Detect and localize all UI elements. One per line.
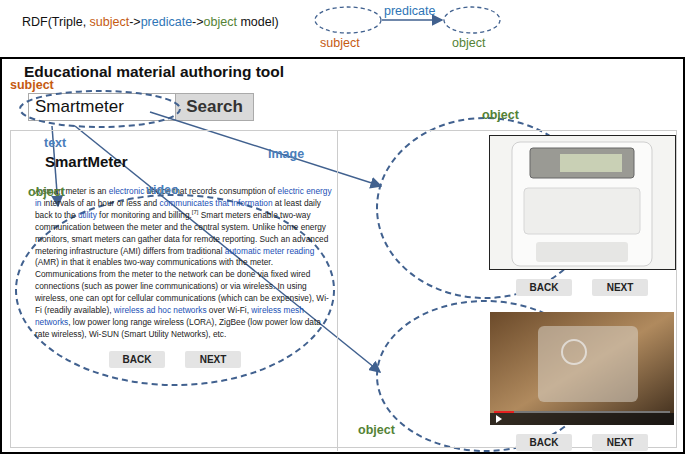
back-button[interactable]: BACK [109, 351, 165, 368]
annotation-label: video [146, 183, 179, 197]
header: RDF(Triple, subject->predicate->object m… [0, 0, 685, 57]
text-run: intervals of an hour or less and [41, 198, 159, 208]
nav-buttons: BACK NEXT [516, 279, 648, 296]
content-area: SmartMeterA smart meter is an electronic… [10, 130, 677, 448]
search-field[interactable]: Smartmeter [28, 93, 176, 121]
legend-subject: subject [320, 36, 360, 50]
media-panel: BACK NEXT BACK NEXT [338, 131, 676, 451]
annotation-label: object [482, 108, 519, 122]
rdf-legend: subject predicate object [312, 0, 512, 55]
caption-part: model) [237, 15, 279, 29]
article-link[interactable]: automatic meter reading [225, 246, 314, 256]
annotation-label: object [358, 423, 395, 437]
legend-object: object [452, 36, 485, 50]
smartmeter-video[interactable] [490, 312, 674, 425]
text-run: , low power long range wireless (LORA), … [35, 317, 321, 339]
article-link[interactable]: wireless ad hoc networks [114, 305, 207, 315]
caption-part: RDF(Triple, [22, 15, 90, 29]
caption-part: subject [90, 15, 130, 29]
next-button[interactable]: NEXT [185, 351, 241, 368]
caption-part: predicate [141, 15, 192, 29]
nav-buttons: BACK NEXT [516, 434, 648, 451]
article-text: A smart meter is an electronic device th… [35, 186, 333, 341]
next-button[interactable]: NEXT [592, 434, 648, 451]
text-run: over Wi-Fi, [207, 305, 252, 315]
article-link[interactable]: electronic [109, 186, 145, 196]
smartmeter-image [489, 135, 676, 270]
annotation-label: subject [10, 78, 54, 92]
annotation-label: image [268, 147, 304, 161]
back-button[interactable]: BACK [516, 279, 572, 296]
search-bar: SmartmeterSearch [28, 93, 683, 121]
nav-buttons: BACK NEXT [31, 351, 319, 368]
caption-part: object [204, 15, 237, 29]
caption-part: -> [129, 15, 140, 29]
caption-part: -> [192, 15, 203, 29]
article-link[interactable]: communicates that information [160, 198, 273, 208]
next-button[interactable]: NEXT [592, 279, 648, 296]
tool-title: Educational material authoring tool [2, 59, 683, 81]
authoring-tool-window: Educational material authoring tool Smart… [0, 57, 685, 454]
legend-predicate: predicate [384, 4, 435, 18]
text-run: [7] [192, 209, 199, 215]
text-run: for monitoring and billing. [97, 210, 192, 220]
article-link[interactable]: utility [78, 210, 97, 220]
annotation-label: text [44, 136, 66, 150]
text-panel: SmartMeterA smart meter is an electronic… [11, 131, 338, 451]
rdf-caption: RDF(Triple, subject->predicate->object m… [0, 0, 312, 29]
search-button[interactable]: Search [176, 93, 254, 121]
annotation-label: object [28, 185, 65, 199]
back-button[interactable]: BACK [516, 434, 572, 451]
